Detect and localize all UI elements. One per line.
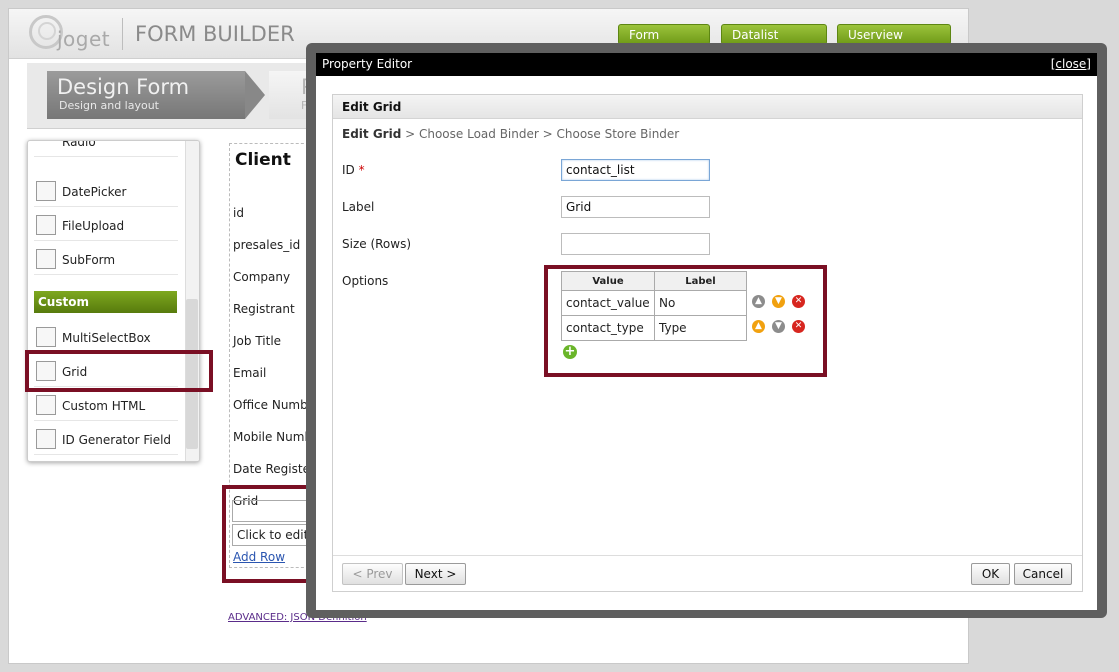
form-title: Client: [235, 150, 291, 170]
size-label: Size (Rows): [342, 237, 412, 251]
step-arrow: [245, 71, 265, 119]
id-label: ID *: [342, 163, 365, 177]
breadcrumb: Edit Grid > Choose Load Binder > Choose …: [342, 127, 679, 141]
cancel-button[interactable]: Cancel: [1014, 563, 1072, 585]
dialog-close-link[interactable]: [close]: [1051, 57, 1091, 71]
dialog-title: Property Editor: [322, 57, 413, 71]
options-label: Options: [342, 274, 389, 288]
id-label-text: ID: [342, 163, 355, 177]
datepicker-icon: [36, 181, 56, 201]
required-marker: *: [358, 163, 365, 177]
next-button[interactable]: Next >: [405, 563, 466, 585]
palette-item-label: FileUpload: [62, 219, 125, 233]
panel-title: Edit Grid: [342, 100, 402, 114]
palette-item-custom-html[interactable]: Custom HTML: [34, 391, 178, 421]
form-field-registrant[interactable]: Registrant: [233, 302, 295, 316]
palette-item-id-generator[interactable]: ID Generator Field: [34, 425, 178, 455]
panel-header: Edit Grid: [333, 95, 1082, 119]
form-field-company[interactable]: Company: [233, 270, 290, 284]
highlight-options: [544, 265, 827, 377]
logo-text: joget: [57, 27, 111, 51]
id-input[interactable]: [561, 159, 710, 181]
element-palette: Radio DatePicker FileUpload SubForm Cust…: [27, 140, 200, 462]
highlight-grid-canvas: [222, 485, 313, 583]
multiselectbox-icon: [36, 327, 56, 347]
palette-item-datepicker[interactable]: DatePicker: [34, 177, 178, 207]
breadcrumb-rest: > Choose Load Binder > Choose Store Bind…: [401, 127, 680, 141]
breadcrumb-current: Edit Grid: [342, 127, 402, 141]
palette-category-custom[interactable]: Custom: [34, 291, 177, 313]
highlight-grid-palette: [25, 350, 213, 392]
palette-item-label: Custom HTML: [62, 399, 146, 413]
palette-item-radio[interactable]: Radio: [34, 140, 178, 157]
palette-item-subform[interactable]: SubForm: [34, 245, 178, 275]
custom-html-icon: [36, 395, 56, 415]
form-field-presales-id[interactable]: presales_id: [233, 238, 300, 252]
userview-builder-button[interactable]: Userview Builder: [837, 24, 951, 63]
palette-item-multiselectbox[interactable]: MultiSelectBox: [34, 323, 178, 353]
size-input[interactable]: [561, 233, 710, 255]
form-field-email[interactable]: Email: [233, 366, 266, 380]
form-field-id[interactable]: id: [233, 206, 244, 220]
dialog-title-bar[interactable]: Property Editor [close]: [316, 53, 1097, 76]
prev-button[interactable]: < Prev: [342, 563, 403, 585]
form-builder-button[interactable]: Form Builder: [618, 24, 710, 63]
app-title: FORM BUILDER: [135, 22, 295, 46]
panel-footer-divider: [333, 555, 1082, 556]
palette-item-label: Radio: [62, 140, 96, 149]
subform-icon: [36, 249, 56, 269]
datalist-builder-button[interactable]: Datalist Builder: [721, 24, 827, 63]
fileupload-icon: [36, 215, 56, 235]
label-label: Label: [342, 200, 375, 214]
step-design-form-subtitle: Design and layout: [59, 99, 159, 112]
logo-separator: [122, 18, 123, 50]
step-design-form-title: Design Form: [57, 75, 190, 99]
palette-item-fileupload[interactable]: FileUpload: [34, 211, 178, 241]
palette-item-label: ID Generator Field: [62, 433, 172, 447]
palette-item-label: DatePicker: [62, 185, 127, 199]
form-field-job-title[interactable]: Job Title: [233, 334, 281, 348]
id-generator-icon: [36, 429, 56, 449]
palette-item-label: SubForm: [62, 253, 116, 267]
label-input[interactable]: [561, 196, 710, 218]
palette-item-label: MultiSelectBox: [62, 331, 151, 345]
ok-button[interactable]: OK: [971, 563, 1010, 585]
